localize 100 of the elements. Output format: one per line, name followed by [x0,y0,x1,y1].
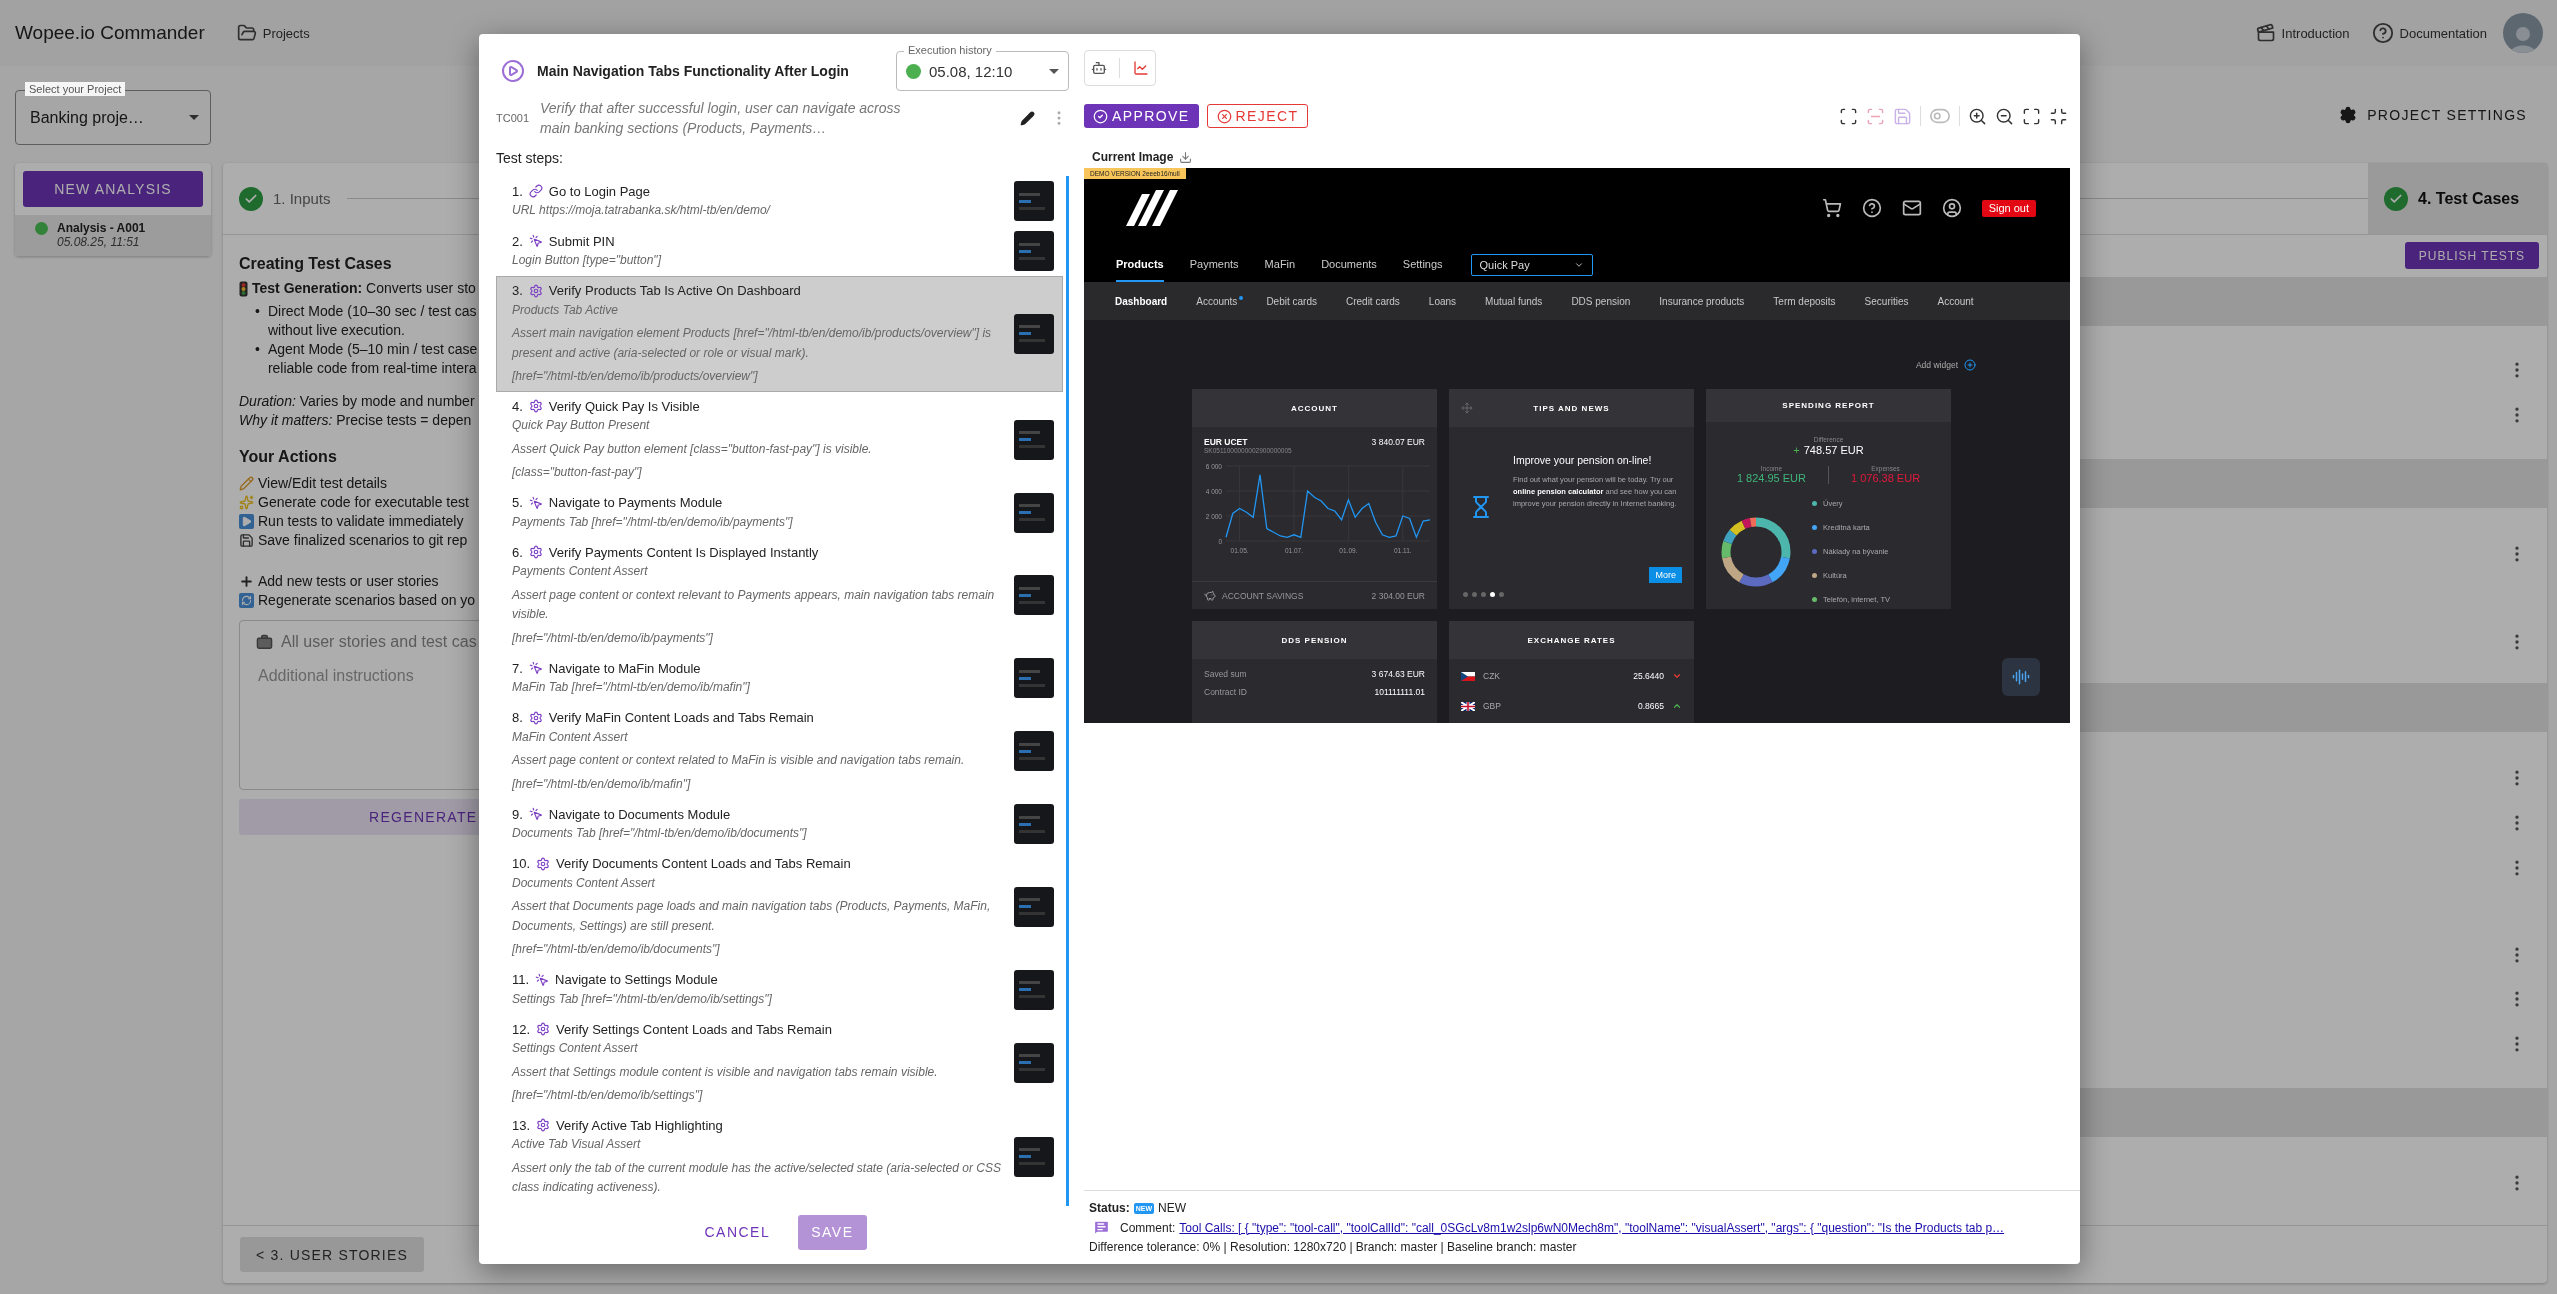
action-text: Regenerate scenarios based on yo [258,591,476,610]
action-text: Run tests to validate immediately [258,512,464,531]
pension-label: Saved sum [1204,669,1247,679]
step-target: Login Button [type="button"] [512,252,663,269]
step-description: Assert Quick Pay button element [class="button-fast-pay"] is visible. [512,440,873,458]
plus-sign: + [1793,443,1800,457]
currency-code: GBP [1483,701,1501,711]
bullet-text: Direct Mode (10–30 sec / test cas without live execution. [267,302,477,340]
test-case-id: TC001 [496,112,531,124]
tip-headline: Improve your pension on-line! [1513,453,1653,468]
step-title: Verify MaFin Content Loads and Tabs Remain [548,709,814,727]
step-target: Products Tab Active [512,301,619,319]
pension-value: 3 674.63 EUR [1371,669,1425,679]
bullet-marker: • [255,302,260,321]
step-number: 1. [512,182,523,201]
action-text: Add new tests or user stories [258,572,439,591]
step-number: 11. [512,971,530,989]
image-label: Current Image [1092,150,1174,164]
step-target: Settings Tab [href="/html-tb/en/demo/ib/settings"] [512,990,773,1008]
status-label: Status: [1089,1201,1130,1215]
pension-value: 101111111.01 [1374,687,1425,697]
bullet-marker: • [255,340,260,359]
step-selector: [href="/html-tb/en/demo/ib/mafin"] [512,775,692,793]
step-number: 4. [512,397,523,416]
step-selector: [href="/html-tb/en/demo/ib/products/overview"] [512,368,759,385]
step-number: 3. [512,282,523,300]
status-value: NEW [1158,1201,1186,1215]
step-title: Navigate to MaFin Module [548,659,701,678]
step-title: Navigate to Payments Module [548,494,723,512]
step-target: MaFin Tab [href="/html-tb/en/demo/ib/mafin"] [512,679,751,696]
rate-value: 25.6440 [1633,671,1664,681]
step-description: Assert page content or context related to MaFin is visible and navigation tabs remain. [512,752,966,769]
savings-label: ACCOUNT SAVINGS [1222,590,1304,601]
section-title: Creating Test Cases [239,255,392,273]
step-title: Verify Documents Content Loads and Tabs Remain [556,855,851,873]
action-text: View/Edit test details [258,474,387,493]
comment-label: Comment: [1120,1220,1176,1235]
note-text: Duration: Varies by mode and number [239,392,475,411]
app-title: Wopee.io Commander [15,22,205,44]
step-description: Assert only the tab of the current module has the active/selected state (aria-selected or CSS class indicating activeness). [512,1159,1002,1196]
step-title: Submit PIN [548,232,615,251]
step-title: Navigate to Settings Module [555,971,718,989]
note-text: Why it matters: Precise tests = depen [239,411,472,430]
step-title: Verify Products Tab Is Active On Dashboard [548,282,801,300]
info-text: Test Generation: Converts user sto [252,279,476,298]
steps-label: Test steps: [496,150,564,166]
analysis-name: Analysis - A001 [57,221,147,235]
card-title: SPENDING REPORT [1782,401,1875,410]
section-title: Your Actions [239,448,337,466]
bullet-text: Agent Mode (5–10 min / test case reliable code from real-time intera [267,340,478,378]
step-title: Go to Login Page [548,182,651,201]
action-text: Save finalized scenarios to git rep [258,531,468,550]
step-description: Assert main navigation element Products [href="/html-tb/en/demo/ib/products/overview"] is present and active (aria-selected or role or visual mark). [512,325,993,362]
account-name: EUR UCET [1204,437,1248,447]
step-number: 2. [512,232,523,251]
step-target: Documents Tab [href="/html-tb/en/demo/ib/documents"] [512,825,808,842]
step-target: URL https://moja.tatrabanka.sk/html-tb/en/demo/ [512,202,772,219]
action-text: Generate code for executable test [258,493,469,512]
step-number: 6. [512,543,523,562]
step-title: Verify Payments Content Is Displayed Instantly [548,543,819,562]
step-number: 9. [512,805,523,824]
step-target: Payments Tab [href="/html-tb/en/demo/ib/payments"] [512,513,794,531]
account-balance: 3 840.07 EUR [1371,437,1425,447]
step-number: 8. [512,709,523,727]
savings-amount: 2 304.00 EUR [1371,590,1425,601]
step-title: Navigate to Documents Module [548,805,731,824]
step-description: Assert that Settings module content is visible and navigation tabs remain visible. [512,1063,939,1081]
rate-value: 0.8665 [1638,701,1664,711]
difference-amount: 748.57 EUR [1803,443,1864,457]
step-number: 13. [512,1116,531,1135]
step-title: Verify Settings Content Loads and Tabs Remain [556,1020,832,1039]
card-title: TIPS AND NEWS [1533,403,1610,413]
step-selector: [class="button-fast-pay"] [512,464,643,481]
image-details: Difference tolerance: 0% | Resolution: 1280x720 | Branch: master | Baseline branch: master [1089,1240,1577,1254]
step-title: Verify Quick Pay Is Visible [548,397,700,416]
income-amount: 1 824.95 EUR [1736,472,1806,484]
step-target: Active Tab Visual Assert [512,1136,642,1153]
step-target: Documents Content Assert [512,874,656,892]
card-title: DDS PENSION [1281,635,1348,645]
step-number: 7. [512,659,523,678]
step-number: 12. [512,1020,531,1039]
step-number: 5. [512,494,523,512]
step-description: Assert page content or context relevant to Payments appears, main navigation tabs remain visible. [512,586,996,623]
currency-code: CZK [1483,671,1500,681]
step-description: Assert that Documents page loads and main navigation tabs (Products, Payments, MaFin, Documents, Settings) are still present. [512,898,992,935]
expenses-amount: 1 076.38 EUR [1851,472,1921,484]
dialog-title: Main Navigation Tabs Functionality After Login [537,63,849,79]
step-target: MaFin Content Assert [512,728,629,746]
step-selector: [href="/html-tb/en/demo/ib/documents"] [512,941,721,958]
step-target: Payments Content Assert [512,563,649,580]
step-number: 10. [512,855,531,873]
step-target: Settings Content Assert [512,1040,639,1057]
step-title: Verify Active Tab Highlighting [556,1116,723,1135]
step-target: Quick Pay Button Present [512,417,651,434]
pension-label: Contract ID [1204,687,1247,697]
analysis-date: 05.08.25, 11:51 [57,235,141,249]
test-case-description: Verify that after successful login, user can navigate across main banking sections (Products, Payments… [540,99,902,138]
step-selector: [href="/html-tb/en/demo/ib/payments"] [512,629,714,647]
card-title: EXCHANGE RATES [1527,635,1616,645]
step-selector: [href="/html-tb/en/demo/ib/settings"] [512,1087,704,1104]
